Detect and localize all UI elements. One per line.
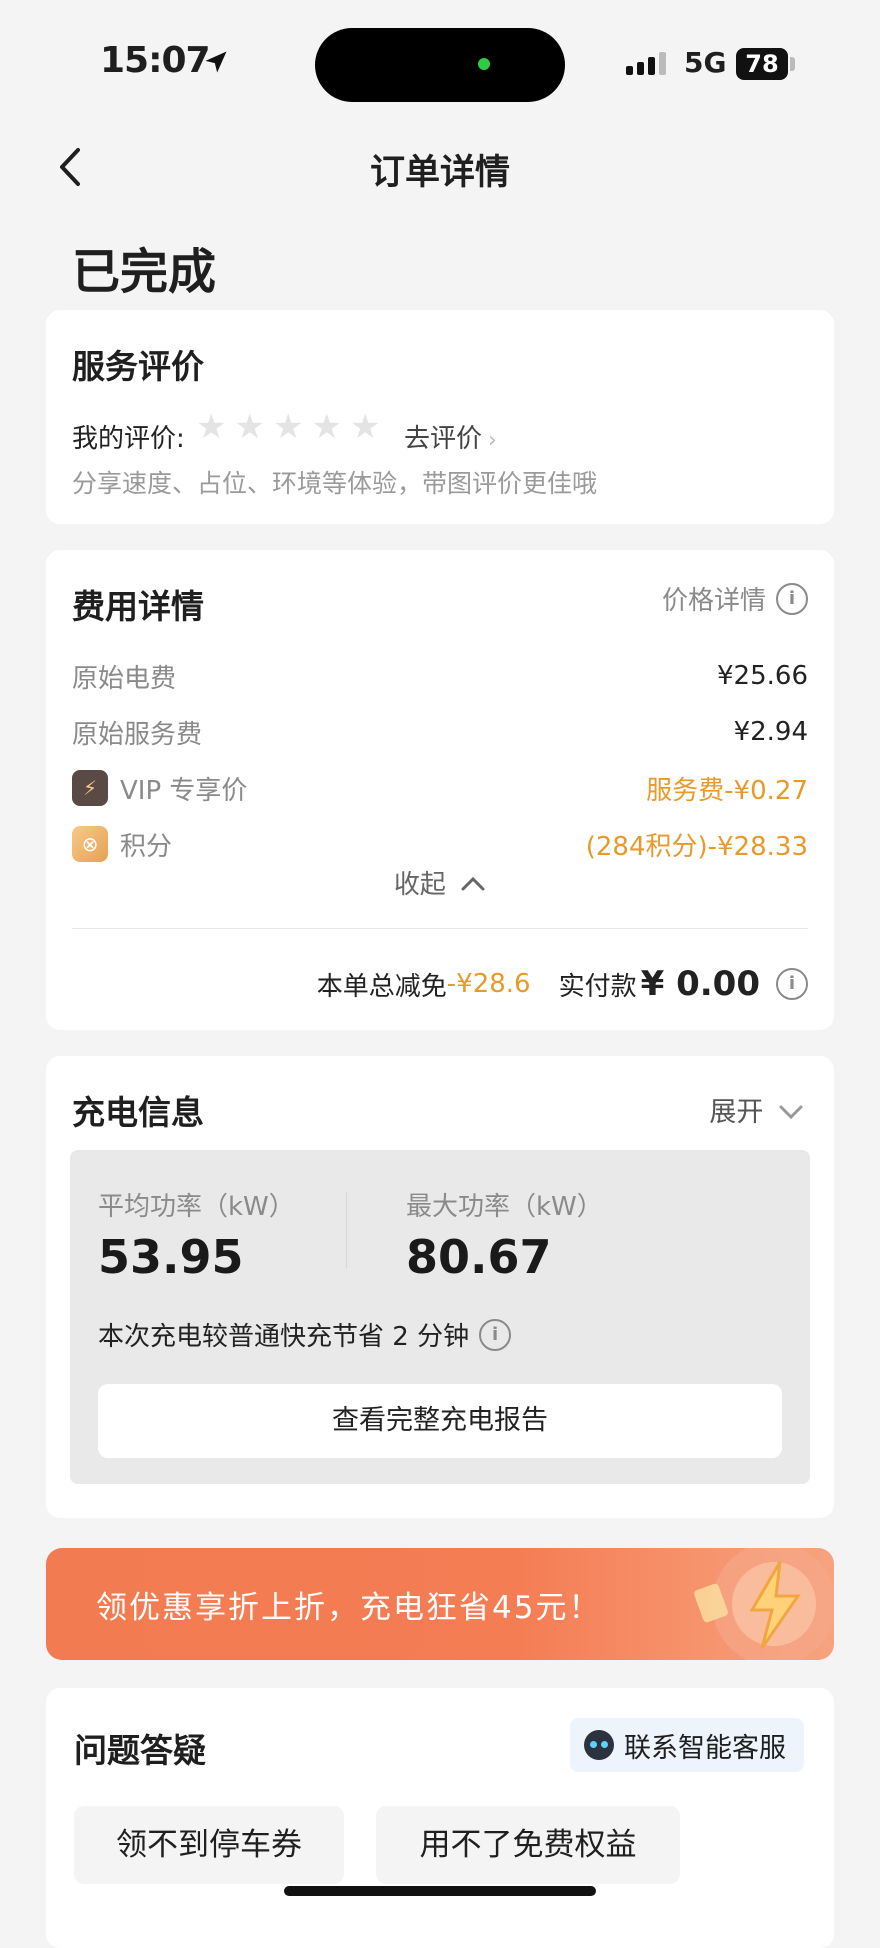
- divider: [72, 928, 808, 929]
- customer-service-button[interactable]: 联系智能客服: [570, 1718, 804, 1772]
- expand-button[interactable]: 展开: [709, 1090, 804, 1129]
- paid-label: 实付款: [558, 971, 637, 1002]
- info-icon[interactable]: i: [776, 968, 808, 1000]
- time-saved-text: 本次充电较普通快充节省 2 分钟: [98, 1322, 470, 1352]
- paid-value: ¥ 0.00: [640, 964, 760, 1004]
- max-power-value: 80.67: [406, 1230, 552, 1284]
- network-type: 5G: [684, 46, 727, 79]
- expand-label: 展开: [709, 1097, 764, 1128]
- banner-text: 领优惠享折上折，充电狂省45元！: [96, 1590, 602, 1626]
- order-status: 已完成: [72, 244, 217, 300]
- star-icon[interactable]: ★: [311, 410, 341, 444]
- metric-divider: [346, 1192, 347, 1268]
- dynamic-island: [315, 28, 565, 102]
- price-detail-link[interactable]: 价格详情 i: [662, 580, 808, 617]
- fee-label: VIP 专享价: [120, 775, 248, 806]
- fee-value: (284积分)-¥28.33: [585, 831, 808, 862]
- chevron-up-icon: [461, 876, 485, 891]
- avg-power-label: 平均功率（kW）: [98, 1192, 295, 1222]
- customer-service-label: 联系智能客服: [624, 1732, 786, 1764]
- charge-panel: 平均功率（kW） 53.95 最大功率（kW） 80.67 本次充电较普通快充节…: [70, 1150, 810, 1484]
- rating-stars[interactable]: ★ ★ ★ ★ ★: [196, 410, 380, 444]
- fee-row-vip: ⚡ VIP 专享价 服务费-¥0.27: [72, 770, 808, 806]
- charge-title: 充电信息: [72, 1093, 204, 1132]
- robot-icon: [584, 1730, 614, 1760]
- star-icon[interactable]: ★: [196, 410, 226, 444]
- fee-value: ¥25.66: [717, 661, 808, 691]
- location-arrow-icon: [205, 51, 227, 73]
- my-rating-label: 我的评价:: [72, 424, 185, 454]
- chevron-down-icon: [779, 1105, 803, 1120]
- fee-row-service: 原始服务费 ¥2.94: [72, 714, 808, 750]
- time-saved-note: 本次充电较普通快充节省 2 分钟 i: [98, 1316, 512, 1353]
- rating-card: 服务评价 我的评价: ★ ★ ★ ★ ★ 去评价 › 分享速度、占位、环境等体验，带图评价…: [46, 310, 834, 524]
- charge-card: 充电信息 展开 平均功率（kW） 53.95 最大功率（kW） 80.67 本次…: [46, 1056, 834, 1518]
- star-icon[interactable]: ★: [273, 410, 303, 444]
- signal-icon: [626, 52, 666, 75]
- collapse-label: 收起: [393, 870, 446, 900]
- info-icon[interactable]: i: [479, 1318, 512, 1351]
- fee-value: ¥2.94: [733, 717, 808, 747]
- lightning-icon: [694, 1548, 834, 1660]
- rating-title: 服务评价: [72, 347, 204, 386]
- star-icon[interactable]: ★: [350, 410, 380, 444]
- chevron-right-icon: ›: [488, 428, 497, 453]
- battery-icon: [790, 57, 795, 71]
- star-icon[interactable]: ★: [234, 410, 264, 444]
- fee-card: 费用详情 价格详情 i 原始电费 ¥25.66 原始服务费 ¥2.94 ⚡ VIP…: [46, 550, 834, 1030]
- rating-hint: 分享速度、占位、环境等体验，带图评价更佳哦: [72, 469, 598, 498]
- total-row: 本单总减免 -¥28.6 实付款 ¥ 0.00 i: [317, 964, 808, 1004]
- fee-row-electricity: 原始电费 ¥25.66: [72, 658, 808, 694]
- vip-icon: ⚡: [72, 770, 108, 806]
- price-detail-label: 价格详情: [661, 586, 766, 616]
- home-indicator: [284, 1886, 596, 1896]
- fee-label: 原始电费: [72, 663, 177, 694]
- page-title: 订单详情: [369, 153, 510, 193]
- avg-power-value: 53.95: [98, 1230, 244, 1284]
- fee-title: 费用详情: [72, 587, 204, 626]
- max-power-label: 最大功率（kW）: [406, 1192, 603, 1222]
- faq-card: 问题答疑 联系智能客服 领不到停车券 用不了免费权益: [46, 1688, 834, 1948]
- faq-chip-benefit[interactable]: 用不了免费权益: [376, 1806, 680, 1884]
- total-discount-value: -¥28.6: [446, 969, 531, 999]
- go-rate-link[interactable]: 去评价 ›: [404, 418, 497, 455]
- points-icon: ⊗: [72, 826, 108, 862]
- go-rate-label: 去评价: [404, 424, 483, 454]
- status-time: 15:07: [100, 40, 211, 81]
- info-icon: i: [776, 582, 808, 615]
- camera-indicator-icon: [478, 58, 490, 70]
- total-discount-label: 本单总减免: [316, 971, 447, 1002]
- fee-row-points: ⊗ 积分 (284积分)-¥28.33: [72, 826, 808, 862]
- faq-title: 问题答疑: [74, 1731, 206, 1770]
- fee-label: 积分: [120, 831, 173, 862]
- faq-chip-parking[interactable]: 领不到停车券: [74, 1806, 344, 1884]
- promo-banner[interactable]: 领优惠享折上折，充电狂省45元！: [46, 1548, 834, 1660]
- collapse-button[interactable]: 收起: [46, 864, 834, 901]
- full-report-button[interactable]: 查看完整充电报告: [98, 1384, 782, 1458]
- fee-label: 原始服务费: [72, 719, 203, 750]
- fee-value: 服务费-¥0.27: [646, 775, 808, 806]
- battery-level: 78: [736, 48, 788, 80]
